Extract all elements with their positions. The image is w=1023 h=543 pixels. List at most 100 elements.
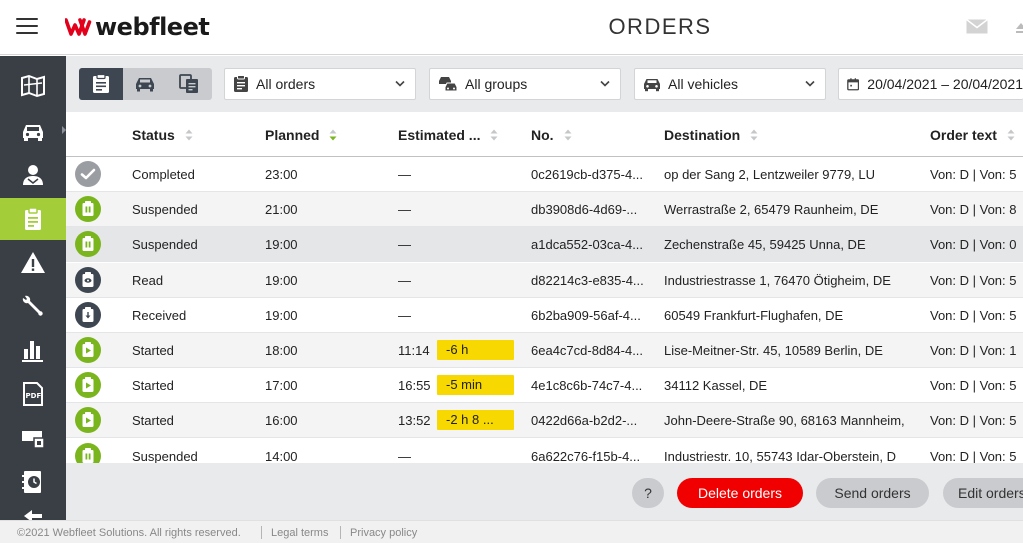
- page-title: ORDERS: [608, 14, 712, 39]
- nav-logbook[interactable]: [0, 461, 66, 503]
- check-icon: [80, 168, 96, 180]
- column-header-destination[interactable]: Destination: [664, 127, 758, 143]
- column-header-order-text[interactable]: Order text: [930, 127, 1015, 143]
- planned-cell: 23:00: [265, 167, 298, 182]
- order-number-cell: 0422d66a-b2d2-...: [531, 413, 638, 429]
- menu-icon[interactable]: [16, 18, 38, 36]
- chevron-down-icon: [395, 80, 405, 87]
- column-label: No.: [531, 127, 554, 143]
- table-row[interactable]: Suspended 21:00 — db3908d6-4d69-... Werrastr…: [66, 192, 1023, 228]
- planned-cell: 19:00: [265, 307, 298, 323]
- status-cell: Started: [132, 413, 174, 429]
- table-row[interactable]: Read 19:00 — d82214c3-e835-4... Industriestr…: [66, 262, 1023, 298]
- vehicle-icon: [23, 125, 43, 141]
- column-header-planned[interactable]: Planned: [265, 127, 337, 143]
- chevron-down-icon: [600, 80, 610, 87]
- status-eye-icon: [75, 266, 101, 293]
- order-number-cell: 6ea4c7cd-8d84-4...: [531, 343, 644, 358]
- logbook-icon: [22, 471, 41, 493]
- nav-drivers[interactable]: [0, 154, 66, 196]
- table-row[interactable]: Suspended 19:00 — a1dca552-03ca-4... Zechens…: [66, 227, 1023, 263]
- order-text-cell: Von: D | Von: 5: [930, 272, 1017, 288]
- order-number-cell: 6a622c76-f15b-4...: [531, 448, 641, 463]
- vehicle-group-icon: [439, 77, 458, 92]
- map-icon: [21, 74, 45, 98]
- nav-devices[interactable]: [0, 417, 66, 459]
- nav-map[interactable]: [0, 65, 66, 107]
- status-cell: Completed: [132, 167, 195, 182]
- table-row[interactable]: Received 19:00 — 6b2ba909-56af-4... 60549 Fr…: [66, 298, 1023, 333]
- date-range-picker[interactable]: 20/04/2021 – 20/04/2021: [838, 68, 1023, 100]
- mail-icon[interactable]: [966, 19, 988, 34]
- sort-icon: [490, 129, 498, 141]
- nav-vehicles[interactable]: [0, 110, 66, 152]
- view-switch: [79, 68, 212, 100]
- action-bar: ? Delete orders Send orders Edit orders: [66, 463, 1023, 520]
- status-download-icon: [75, 301, 101, 328]
- column-header-estimated[interactable]: Estimated ...: [398, 127, 498, 143]
- edit-orders-button[interactable]: Edit orders: [943, 478, 1023, 508]
- clipboard-icon: [93, 74, 109, 93]
- column-label: Order text: [930, 127, 997, 143]
- play-icon: [82, 412, 94, 428]
- nav-pdf[interactable]: PDF: [0, 373, 66, 415]
- table-row[interactable]: Completed 23:00 — 0c2619cb-d375-4... op der …: [66, 157, 1023, 192]
- table-row[interactable]: Started 17:00 16:55 -5 min 4e1c8c6b-74c7-4..…: [66, 368, 1023, 404]
- table-row[interactable]: Suspended 14:00 — 6a622c76-f15b-4... Industr…: [66, 439, 1023, 463]
- pause-icon: [82, 201, 94, 217]
- destination-cell: Zechenstraße 45, 59425 Unna, DE: [664, 237, 866, 253]
- play-icon: [82, 342, 94, 357]
- sort-icon: [185, 129, 193, 141]
- status-cell: Suspended: [132, 202, 198, 218]
- webfleet-logo[interactable]: webfleet: [65, 12, 210, 42]
- estimated-cell: 16:55: [398, 378, 431, 394]
- pdf-icon: PDF: [23, 382, 43, 406]
- order-number-cell: 6b2ba909-56af-4...: [531, 307, 641, 323]
- orders-table: Status Planned Estimated ... No. Destina…: [66, 112, 1023, 463]
- sort-icon: [1007, 129, 1015, 141]
- download-icon: [82, 306, 94, 322]
- help-button[interactable]: ?: [632, 478, 664, 508]
- footer-divider: [340, 526, 341, 539]
- status-cell: Suspended: [132, 237, 198, 253]
- play-icon: [82, 377, 94, 393]
- nav-orders[interactable]: [0, 198, 66, 240]
- groups-filter-dropdown[interactable]: All groups: [429, 68, 621, 100]
- order-text-cell: Von: D | Von: 5: [930, 167, 1017, 182]
- vehicles-filter-value: All vehicles: [668, 76, 739, 92]
- status-cell: Started: [132, 343, 174, 358]
- status-check-icon: [75, 161, 101, 187]
- clipboard-icon: [234, 75, 248, 92]
- nav-reports[interactable]: [0, 329, 66, 371]
- orders-filter-dropdown[interactable]: All orders: [224, 68, 416, 100]
- car-icon: [136, 78, 154, 92]
- nav-more[interactable]: [0, 504, 66, 520]
- main-sidebar: PDF: [0, 56, 66, 520]
- reports-icon: [22, 341, 43, 362]
- table-row[interactable]: Started 16:00 13:52 -2 h 8 ... 0422d66a-b2d2…: [66, 403, 1023, 439]
- planned-cell: 19:00: [265, 237, 298, 253]
- view-vehicles-button[interactable]: [123, 68, 167, 100]
- clipboard-stack-icon: [179, 74, 198, 93]
- column-header-status[interactable]: Status: [132, 127, 193, 143]
- vehicles-filter-dropdown[interactable]: All vehicles: [634, 68, 826, 100]
- pause-icon: [82, 236, 94, 252]
- app-header: webfleet ORDERS: [0, 0, 1023, 55]
- table-row[interactable]: Started 18:00 11:14 -6 h 6ea4c7cd-8d84-4... L…: [66, 333, 1023, 368]
- column-header-number[interactable]: No.: [531, 127, 572, 143]
- destination-cell: 60549 Frankfurt-Flughafen, DE: [664, 307, 844, 323]
- devices-icon: [22, 431, 45, 449]
- delete-orders-button[interactable]: Delete orders: [677, 478, 803, 508]
- send-orders-button[interactable]: Send orders: [816, 478, 929, 508]
- sort-descending-icon: [329, 129, 337, 141]
- column-label: Destination: [664, 127, 741, 143]
- order-text-cell: Von: D | Von: 5: [930, 448, 1017, 463]
- nav-alerts[interactable]: [0, 242, 66, 284]
- legal-terms-link[interactable]: Legal terms: [271, 527, 328, 539]
- nav-maintenance[interactable]: [0, 285, 66, 327]
- view-orders-button[interactable]: [79, 68, 123, 100]
- logout-icon[interactable]: [1015, 22, 1023, 34]
- view-split-button[interactable]: [167, 68, 211, 100]
- orders-filter-value: All orders: [256, 76, 316, 92]
- privacy-policy-link[interactable]: Privacy policy: [350, 527, 417, 539]
